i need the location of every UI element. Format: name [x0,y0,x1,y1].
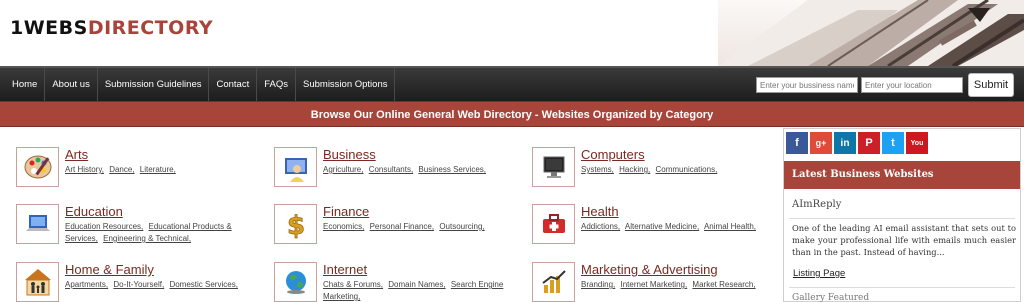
category-subs: Chats & Forums, Domain Names, Search Eng… [323,279,513,302]
next-section-heading: Gallery Featured [792,293,870,302]
nav-faqs[interactable]: FAQs [257,68,296,102]
family-house-icon[interactable] [16,262,59,302]
subcategory-link[interactable]: Animal Health, [704,222,756,231]
subcategory-link[interactable]: Consultants, [369,165,413,174]
social-links: f g+ in P t You [786,132,928,154]
directory-banner: Browse Our Online General Web Directory … [0,101,1024,127]
divider [789,287,1015,288]
subcategory-link[interactable]: Chats & Forums, [323,280,383,289]
businessman-icon[interactable] [274,147,317,187]
category-subs: Addictions, Alternative Medicine, Animal… [581,221,771,233]
category-subs: Economics, Personal Finance, Outsourcing… [323,221,513,233]
logo-text-part2: DIRECTORY [87,17,214,39]
subcategory-link[interactable]: Literature, [140,165,176,174]
subcategory-link[interactable]: Art History, [65,165,104,174]
palette-icon[interactable] [16,147,59,187]
subcategory-link[interactable]: Economics, [323,222,364,231]
subcategory-link[interactable]: Domain Names, [388,280,445,289]
category-title[interactable]: Business [323,147,376,162]
subcategory-link[interactable]: Internet Marketing, [620,280,687,289]
subcategory-link[interactable]: Communications, [656,165,718,174]
subcategory-link[interactable]: Apartments, [65,280,108,289]
listing-page-link[interactable]: Listing Page [793,268,845,279]
category-title[interactable]: Home & Family [65,262,154,277]
category-title[interactable]: Arts [65,147,88,162]
nav-submission-options[interactable]: Submission Options [296,68,396,102]
computer-monitor-icon[interactable] [532,147,575,187]
divider [789,218,1015,219]
latest-business-heading: Latest Business Websites [784,161,1020,189]
subcategory-link[interactable]: Domestic Services, [169,280,237,289]
youtube-icon[interactable]: You [906,132,928,154]
chart-icon[interactable] [532,262,575,302]
category-title[interactable]: Education [65,204,123,219]
subcategory-link[interactable]: Agriculture, [323,165,363,174]
nav-contact[interactable]: Contact [209,68,258,102]
subcategory-link[interactable]: Outsourcing, [439,222,484,231]
first-aid-kit-icon[interactable] [532,204,575,244]
subcategory-link[interactable]: Systems, [581,165,614,174]
submit-button[interactable]: Submit [968,73,1014,97]
business-name-input[interactable] [756,77,858,93]
twitter-icon[interactable]: t [882,132,904,154]
site-header: 1WEBSDIRECTORY [0,0,1024,66]
business-description: One of the leading AI email assistant th… [792,223,1016,257]
subcategory-link[interactable]: Market Research, [692,280,755,289]
subcategory-link[interactable]: Dance, [109,165,134,174]
linkedin-icon[interactable]: in [834,132,856,154]
globe-icon[interactable] [274,262,317,302]
category-title[interactable]: Internet [323,262,367,277]
subcategory-link[interactable]: Personal Finance, [370,222,434,231]
pinterest-icon[interactable]: P [858,132,880,154]
category-title[interactable]: Computers [581,147,645,162]
subcategory-link[interactable]: Engineering & Technical, [103,234,191,243]
nav-about-us[interactable]: About us [45,68,98,102]
laptop-icon[interactable] [16,204,59,244]
category-subs: Education Resources, Educational Product… [65,221,255,245]
subcategory-link[interactable]: Alternative Medicine, [625,222,699,231]
subcategory-link[interactable]: Hacking, [619,165,650,174]
nav-home[interactable]: Home [0,68,46,102]
category-title[interactable]: Health [581,204,619,219]
category-subs: Systems, Hacking, Communications, [581,164,771,176]
facebook-icon[interactable]: f [786,132,808,154]
category-subs: Agriculture, Consultants, Business Servi… [323,164,513,176]
header-artwork [718,0,1024,66]
business-name[interactable]: AImReply [792,199,841,210]
subcategory-link[interactable]: Business Services, [418,165,486,174]
nav-submission-guidelines[interactable]: Submission Guidelines [98,68,210,102]
category-subs: Branding, Internet Marketing, Market Res… [581,279,771,291]
subcategory-link[interactable]: Education Resources, [65,222,143,231]
sidebar: f g+ in P t You Latest Business Websites… [783,128,1021,302]
dollar-icon[interactable]: $ [274,204,317,244]
logo-text-part1: 1WEBS [10,17,88,39]
category-subs: Art History, Dance, Literature, [65,164,255,176]
google-plus-icon[interactable]: g+ [810,132,832,154]
category-subs: Apartments, Do-It-Yourself, Domestic Ser… [65,279,255,291]
svg-text:$: $ [286,211,304,239]
location-input[interactable] [861,77,963,93]
subcategory-link[interactable]: Addictions, [581,222,620,231]
category-title[interactable]: Marketing & Advertising [581,262,718,277]
subcategory-link[interactable]: Do-It-Yourself, [113,280,164,289]
main-navigation: Home About us Submission Guidelines Cont… [0,66,1024,102]
header-search-form: Submit [756,73,1014,97]
category-title[interactable]: Finance [323,204,369,219]
site-logo[interactable]: 1WEBSDIRECTORY [10,17,213,39]
subcategory-link[interactable]: Branding, [581,280,615,289]
